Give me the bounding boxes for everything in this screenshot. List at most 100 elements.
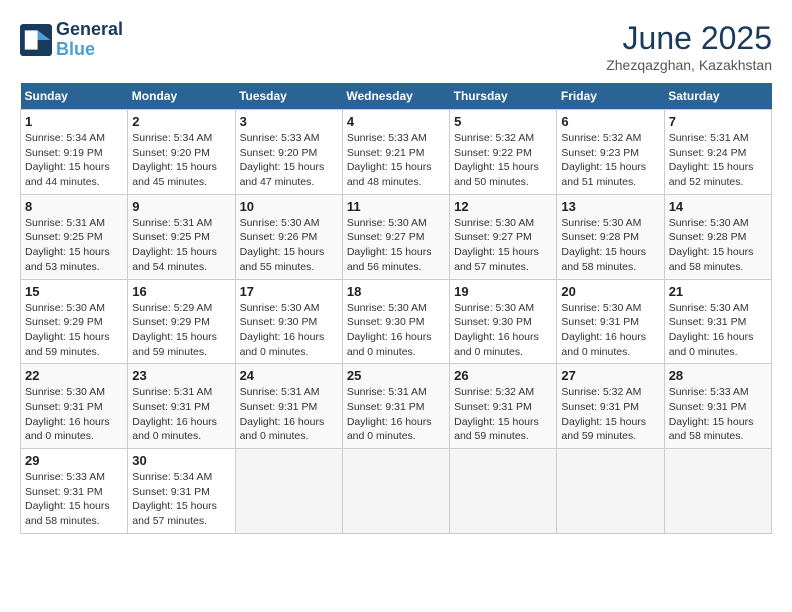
daylight-text: Daylight: 16 hours — [132, 416, 217, 428]
day-info: Sunrise: 5:31 AM Sunset: 9:25 PM Dayligh… — [25, 216, 123, 275]
sunrise-text: Sunrise: 5:30 AM — [454, 217, 534, 229]
day-number: 18 — [347, 284, 445, 299]
daylight-minutes: and 52 minutes. — [669, 176, 744, 188]
day-number: 11 — [347, 199, 445, 214]
day-info: Sunrise: 5:30 AM Sunset: 9:27 PM Dayligh… — [454, 216, 552, 275]
calendar-week-row: 1 Sunrise: 5:34 AM Sunset: 9:19 PM Dayli… — [21, 110, 772, 195]
day-info: Sunrise: 5:34 AM Sunset: 9:19 PM Dayligh… — [25, 131, 123, 190]
daylight-minutes: and 0 minutes. — [669, 346, 738, 358]
table-row — [557, 449, 664, 534]
table-row: 29 Sunrise: 5:33 AM Sunset: 9:31 PM Dayl… — [21, 449, 128, 534]
sunset-text: Sunset: 9:27 PM — [454, 231, 532, 243]
daylight-minutes: and 58 minutes. — [669, 261, 744, 273]
day-number: 5 — [454, 114, 552, 129]
sunset-text: Sunset: 9:19 PM — [25, 147, 103, 159]
sunset-text: Sunset: 9:26 PM — [240, 231, 318, 243]
table-row: 15 Sunrise: 5:30 AM Sunset: 9:29 PM Dayl… — [21, 279, 128, 364]
daylight-text: Daylight: 16 hours — [347, 331, 432, 343]
calendar-table: Sunday Monday Tuesday Wednesday Thursday… — [20, 83, 772, 534]
day-info: Sunrise: 5:30 AM Sunset: 9:27 PM Dayligh… — [347, 216, 445, 275]
sunrise-text: Sunrise: 5:31 AM — [347, 386, 427, 398]
sunrise-text: Sunrise: 5:33 AM — [240, 132, 320, 144]
day-info: Sunrise: 5:31 AM Sunset: 9:25 PM Dayligh… — [132, 216, 230, 275]
day-number: 20 — [561, 284, 659, 299]
sunset-text: Sunset: 9:31 PM — [669, 401, 747, 413]
sunset-text: Sunset: 9:31 PM — [25, 401, 103, 413]
day-info: Sunrise: 5:33 AM Sunset: 9:31 PM Dayligh… — [669, 385, 767, 444]
daylight-minutes: and 59 minutes. — [454, 430, 529, 442]
sunset-text: Sunset: 9:31 PM — [25, 486, 103, 498]
sunrise-text: Sunrise: 5:31 AM — [132, 217, 212, 229]
day-number: 17 — [240, 284, 338, 299]
calendar-week-row: 15 Sunrise: 5:30 AM Sunset: 9:29 PM Dayl… — [21, 279, 772, 364]
daylight-minutes: and 57 minutes. — [132, 515, 207, 527]
day-number: 4 — [347, 114, 445, 129]
sunset-text: Sunset: 9:28 PM — [669, 231, 747, 243]
sunrise-text: Sunrise: 5:30 AM — [669, 217, 749, 229]
col-monday: Monday — [128, 83, 235, 110]
day-number: 21 — [669, 284, 767, 299]
sunrise-text: Sunrise: 5:30 AM — [240, 302, 320, 314]
sunset-text: Sunset: 9:30 PM — [454, 316, 532, 328]
table-row — [235, 449, 342, 534]
logo-line1: General — [56, 20, 123, 40]
day-number: 16 — [132, 284, 230, 299]
daylight-minutes: and 58 minutes. — [25, 515, 100, 527]
sunrise-text: Sunrise: 5:30 AM — [454, 302, 534, 314]
day-number: 1 — [25, 114, 123, 129]
sunrise-text: Sunrise: 5:32 AM — [561, 132, 641, 144]
daylight-minutes: and 0 minutes. — [25, 430, 94, 442]
daylight-minutes: and 48 minutes. — [347, 176, 422, 188]
daylight-minutes: and 0 minutes. — [240, 430, 309, 442]
day-info: Sunrise: 5:30 AM Sunset: 9:31 PM Dayligh… — [669, 301, 767, 360]
daylight-text: Daylight: 15 hours — [25, 246, 110, 258]
sunset-text: Sunset: 9:29 PM — [132, 316, 210, 328]
day-info: Sunrise: 5:30 AM Sunset: 9:29 PM Dayligh… — [25, 301, 123, 360]
daylight-minutes: and 59 minutes. — [132, 346, 207, 358]
sunset-text: Sunset: 9:31 PM — [240, 401, 318, 413]
daylight-minutes: and 58 minutes. — [561, 261, 636, 273]
day-info: Sunrise: 5:33 AM Sunset: 9:20 PM Dayligh… — [240, 131, 338, 190]
sunrise-text: Sunrise: 5:30 AM — [561, 302, 641, 314]
day-info: Sunrise: 5:33 AM Sunset: 9:21 PM Dayligh… — [347, 131, 445, 190]
day-info: Sunrise: 5:34 AM Sunset: 9:31 PM Dayligh… — [132, 470, 230, 529]
table-row: 19 Sunrise: 5:30 AM Sunset: 9:30 PM Dayl… — [450, 279, 557, 364]
table-row: 5 Sunrise: 5:32 AM Sunset: 9:22 PM Dayli… — [450, 110, 557, 195]
table-row: 18 Sunrise: 5:30 AM Sunset: 9:30 PM Dayl… — [342, 279, 449, 364]
sunrise-text: Sunrise: 5:32 AM — [454, 132, 534, 144]
daylight-minutes: and 59 minutes. — [25, 346, 100, 358]
daylight-text: Daylight: 15 hours — [25, 331, 110, 343]
sunset-text: Sunset: 9:24 PM — [669, 147, 747, 159]
month-title: June 2025 — [606, 20, 772, 57]
table-row: 10 Sunrise: 5:30 AM Sunset: 9:26 PM Dayl… — [235, 194, 342, 279]
table-row: 12 Sunrise: 5:30 AM Sunset: 9:27 PM Dayl… — [450, 194, 557, 279]
table-row: 17 Sunrise: 5:30 AM Sunset: 9:30 PM Dayl… — [235, 279, 342, 364]
sunrise-text: Sunrise: 5:34 AM — [25, 132, 105, 144]
sunrise-text: Sunrise: 5:33 AM — [669, 386, 749, 398]
page-header: General Blue June 2025 Zhezqazghan, Kaza… — [20, 20, 772, 73]
sunrise-text: Sunrise: 5:34 AM — [132, 132, 212, 144]
daylight-text: Daylight: 15 hours — [132, 331, 217, 343]
day-info: Sunrise: 5:31 AM Sunset: 9:31 PM Dayligh… — [132, 385, 230, 444]
daylight-text: Daylight: 15 hours — [132, 161, 217, 173]
sunrise-text: Sunrise: 5:31 AM — [240, 386, 320, 398]
logo-line2: Blue — [56, 40, 123, 60]
table-row: 3 Sunrise: 5:33 AM Sunset: 9:20 PM Dayli… — [235, 110, 342, 195]
daylight-minutes: and 0 minutes. — [132, 430, 201, 442]
daylight-text: Daylight: 15 hours — [132, 500, 217, 512]
day-number: 3 — [240, 114, 338, 129]
table-row: 28 Sunrise: 5:33 AM Sunset: 9:31 PM Dayl… — [664, 364, 771, 449]
sunset-text: Sunset: 9:30 PM — [240, 316, 318, 328]
table-row: 8 Sunrise: 5:31 AM Sunset: 9:25 PM Dayli… — [21, 194, 128, 279]
day-info: Sunrise: 5:30 AM Sunset: 9:28 PM Dayligh… — [561, 216, 659, 275]
sunrise-text: Sunrise: 5:30 AM — [561, 217, 641, 229]
daylight-text: Daylight: 16 hours — [347, 416, 432, 428]
day-number: 24 — [240, 368, 338, 383]
day-info: Sunrise: 5:30 AM Sunset: 9:31 PM Dayligh… — [561, 301, 659, 360]
day-number: 8 — [25, 199, 123, 214]
sunset-text: Sunset: 9:31 PM — [669, 316, 747, 328]
col-sunday: Sunday — [21, 83, 128, 110]
daylight-minutes: and 0 minutes. — [347, 430, 416, 442]
day-number: 6 — [561, 114, 659, 129]
daylight-text: Daylight: 15 hours — [347, 246, 432, 258]
